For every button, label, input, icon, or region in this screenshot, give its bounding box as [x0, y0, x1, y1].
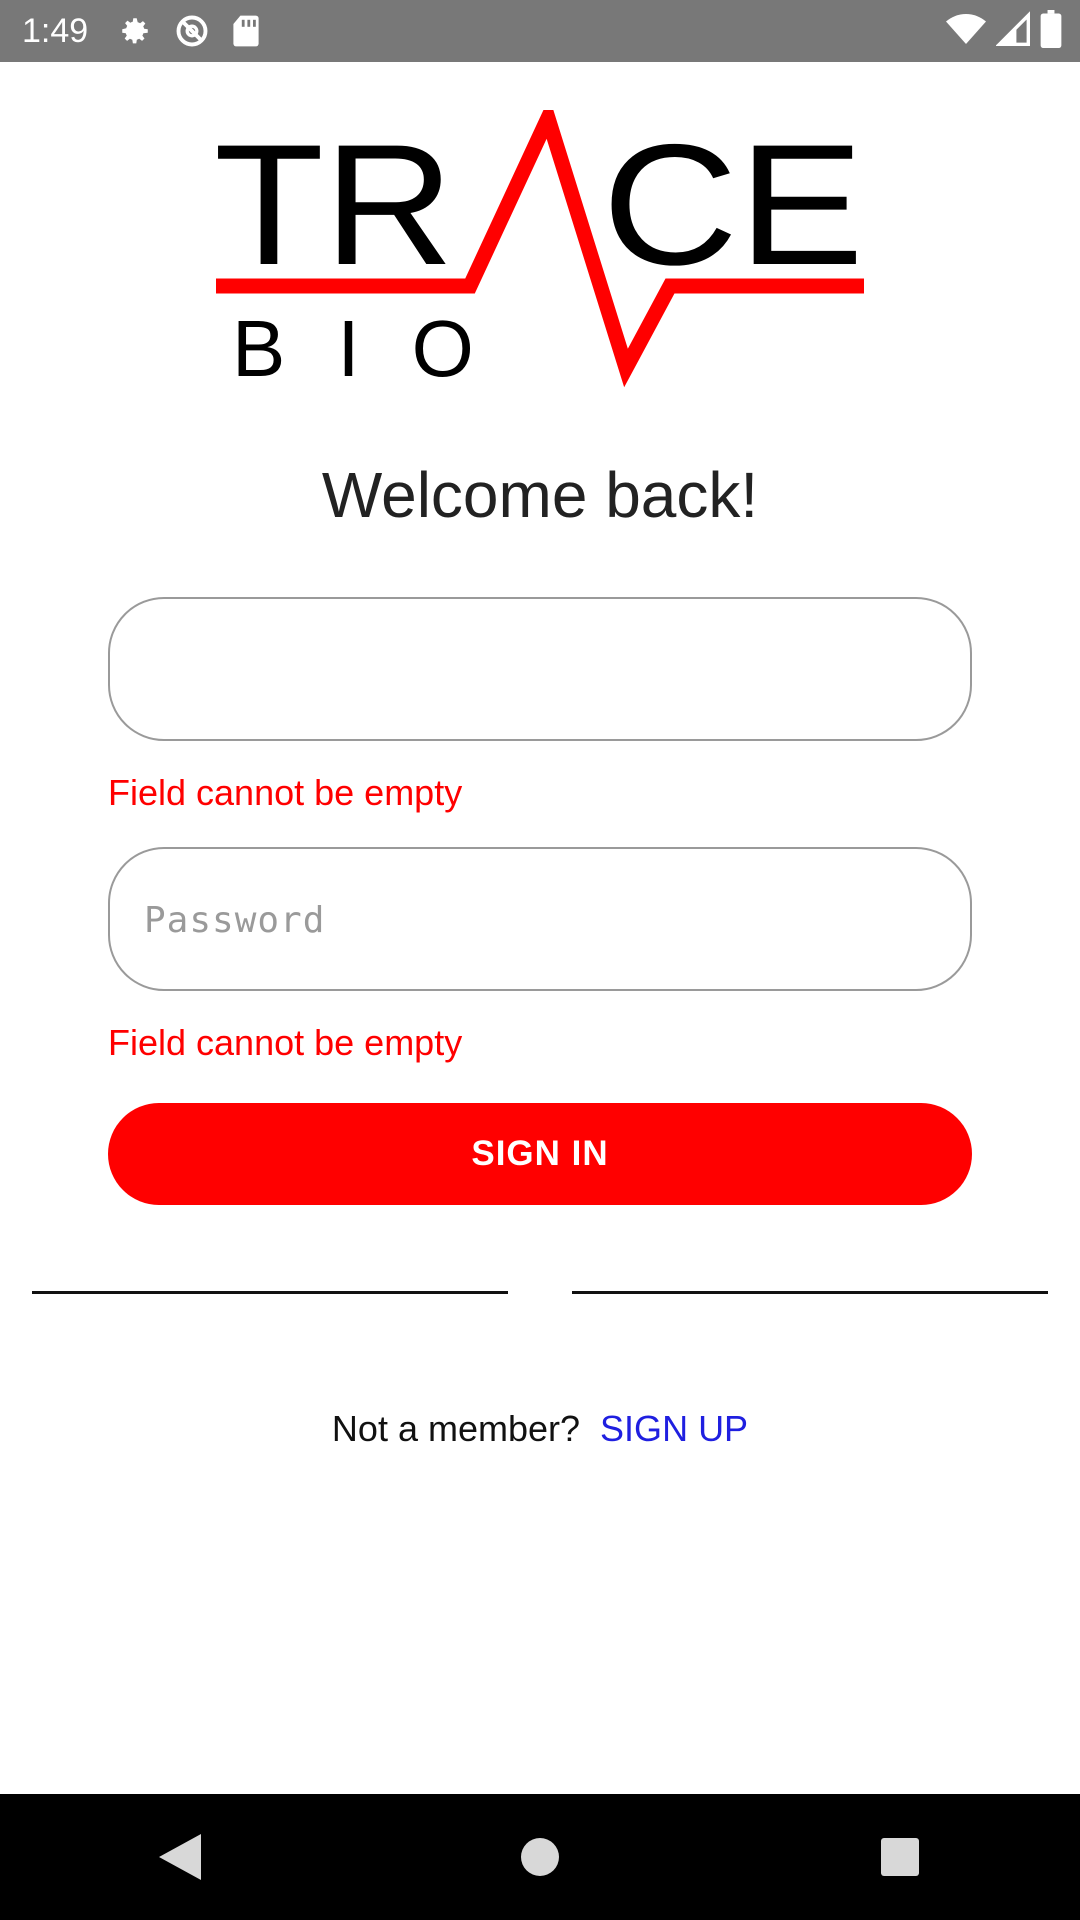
- home-button[interactable]: [480, 1807, 600, 1907]
- trace-bio-logo: TR CE BIO: [214, 110, 864, 390]
- battery-icon: [1040, 10, 1062, 48]
- username-error: Field cannot be empty: [108, 772, 463, 813]
- divider-left: [32, 1291, 508, 1294]
- svg-text:TR: TR: [214, 110, 454, 301]
- username-input[interactable]: [142, 599, 936, 741]
- recents-icon: [881, 1838, 919, 1876]
- divider-right: [572, 1291, 1048, 1294]
- recents-button[interactable]: [840, 1807, 960, 1907]
- status-bar: 1:49: [0, 0, 1080, 62]
- home-icon: [521, 1838, 559, 1876]
- password-input[interactable]: [142, 849, 936, 991]
- navigation-bar: [0, 1794, 1080, 1920]
- signal-icon: [996, 11, 1030, 46]
- welcome-heading: Welcome back!: [321, 459, 759, 531]
- password-error: Field cannot be empty: [108, 1022, 463, 1063]
- signup-row: Not a member? SIGN UP: [0, 1408, 1080, 1450]
- back-button[interactable]: [120, 1807, 240, 1907]
- sign-up-link[interactable]: SIGN UP: [600, 1408, 748, 1449]
- status-icons-left: [118, 13, 260, 49]
- back-icon: [159, 1834, 201, 1880]
- username-field[interactable]: [108, 597, 972, 741]
- status-icons-right: [946, 10, 1062, 48]
- gear-icon: [122, 18, 148, 44]
- signup-prompt: Not a member?: [331, 1408, 581, 1449]
- svg-text:CE: CE: [602, 110, 864, 301]
- sign-in-button[interactable]: SIGN IN: [108, 1103, 972, 1205]
- password-field[interactable]: [108, 847, 972, 991]
- status-time: 1:49: [22, 11, 89, 50]
- sd-card-icon: [233, 15, 259, 47]
- wifi-icon: [946, 14, 986, 44]
- svg-text:BIO: BIO: [232, 304, 526, 390]
- no-disturb-icon: [176, 15, 208, 47]
